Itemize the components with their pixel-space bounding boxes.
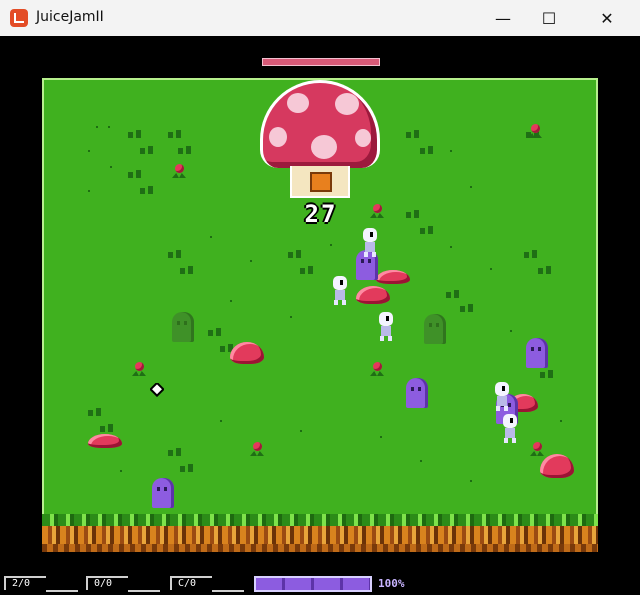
- energy-label: 100%: [378, 577, 405, 590]
- flower: [530, 442, 544, 458]
- player-unit[interactable]: [502, 414, 518, 444]
- ghost-enemy[interactable]: [152, 478, 174, 508]
- grass-tuft: [168, 130, 182, 138]
- grass-dot: [290, 316, 292, 318]
- ghost-enemy[interactable]: [406, 378, 428, 408]
- grass-dot: [96, 126, 98, 128]
- ghost-enemy[interactable]: [526, 338, 548, 368]
- grass-dot: [120, 470, 122, 472]
- grass-dot: [470, 186, 472, 188]
- player-unit[interactable]: [494, 382, 510, 412]
- mushroom-door: [310, 172, 332, 192]
- grass-dot: [450, 246, 452, 248]
- boss-health-bar: [262, 58, 380, 66]
- player-unit[interactable]: [378, 312, 394, 342]
- grass-tuft: [420, 146, 434, 154]
- mouse-cursor-icon: [150, 383, 164, 397]
- grass-edge: [42, 514, 598, 526]
- slime-enemy[interactable]: [356, 286, 390, 304]
- grass-tuft: [406, 130, 420, 138]
- grass-dot: [420, 460, 422, 462]
- grass-tuft: [140, 146, 154, 154]
- grass-tuft: [538, 266, 552, 274]
- grass-dot: [110, 166, 112, 168]
- grass-dot: [230, 300, 232, 302]
- grass-tuft: [180, 464, 194, 472]
- grass-dot: [88, 150, 90, 152]
- grass-tuft: [180, 266, 194, 274]
- grass-tuft: [100, 424, 114, 432]
- dirt-border: [42, 526, 598, 552]
- grass-tuft: [128, 130, 142, 138]
- grass-tuft: [168, 250, 182, 258]
- grass-tuft: [208, 328, 222, 336]
- cap-spot: [335, 93, 359, 115]
- minimize-icon: —: [495, 8, 511, 28]
- energy-bar-fill: [256, 578, 370, 590]
- grass-tuft: [288, 250, 302, 258]
- flower: [370, 362, 384, 378]
- close-button[interactable]: ✕: [584, 0, 630, 36]
- grass-tuft: [178, 146, 192, 154]
- boss-number: 27: [304, 200, 338, 228]
- faded-ghost-enemy[interactable]: [424, 314, 446, 344]
- window-titlebar: JuiceJamII — ☐ ✕: [0, 0, 640, 37]
- grass-dot: [490, 268, 492, 270]
- grass-tuft: [168, 448, 182, 456]
- grass-tuft: [88, 408, 102, 416]
- grass-dot: [380, 436, 382, 438]
- hud-slot-3: C/0: [170, 576, 244, 592]
- hud-slot-1: 2/0: [4, 576, 78, 592]
- minimize-button[interactable]: —: [480, 0, 526, 36]
- player-unit[interactable]: [362, 228, 378, 258]
- mushroom-stalk: [290, 166, 350, 198]
- flower: [250, 442, 264, 458]
- grass-dot: [220, 420, 222, 422]
- monogame-logo-icon: [10, 9, 28, 27]
- cap-spot: [355, 129, 371, 147]
- cap-spot: [269, 127, 287, 147]
- grass-tuft: [540, 370, 554, 378]
- grass-dot: [470, 480, 472, 482]
- grass-dot: [210, 236, 212, 238]
- cap-spot: [287, 93, 309, 113]
- flower: [528, 124, 542, 140]
- grass-dot: [560, 420, 562, 422]
- grass-tuft: [140, 186, 154, 194]
- energy-bar: [254, 576, 372, 592]
- window-title: JuiceJamII: [36, 9, 104, 25]
- maximize-button[interactable]: ☐: [526, 0, 572, 36]
- grass-tuft: [460, 304, 474, 312]
- grass-dot: [300, 430, 302, 432]
- mushroom-cap: [260, 80, 380, 168]
- mushroom-boss[interactable]: [260, 80, 380, 198]
- slime-enemy[interactable]: [88, 434, 122, 448]
- grass-tuft: [446, 290, 460, 298]
- grass-tuft: [406, 210, 420, 218]
- slime-enemy[interactable]: [376, 270, 410, 284]
- close-icon: ✕: [600, 8, 614, 28]
- grass-tuft: [524, 250, 538, 258]
- cap-spot: [311, 135, 337, 159]
- maximize-icon: ☐: [541, 8, 557, 28]
- grass-dot: [450, 150, 452, 152]
- grass-dot: [330, 244, 332, 246]
- grass-dot: [510, 330, 512, 332]
- grass-dot: [250, 260, 252, 262]
- hud-slot-2: 0/0: [86, 576, 160, 592]
- grass-dot: [108, 126, 110, 128]
- player-unit[interactable]: [332, 276, 348, 306]
- flower: [370, 204, 384, 220]
- grass-tuft: [420, 226, 434, 234]
- grass-dot: [88, 190, 90, 192]
- grass-tuft: [128, 170, 142, 178]
- grass-tuft: [300, 266, 314, 274]
- flower: [172, 164, 186, 180]
- flower: [132, 362, 146, 378]
- faded-ghost-enemy[interactable]: [172, 312, 194, 342]
